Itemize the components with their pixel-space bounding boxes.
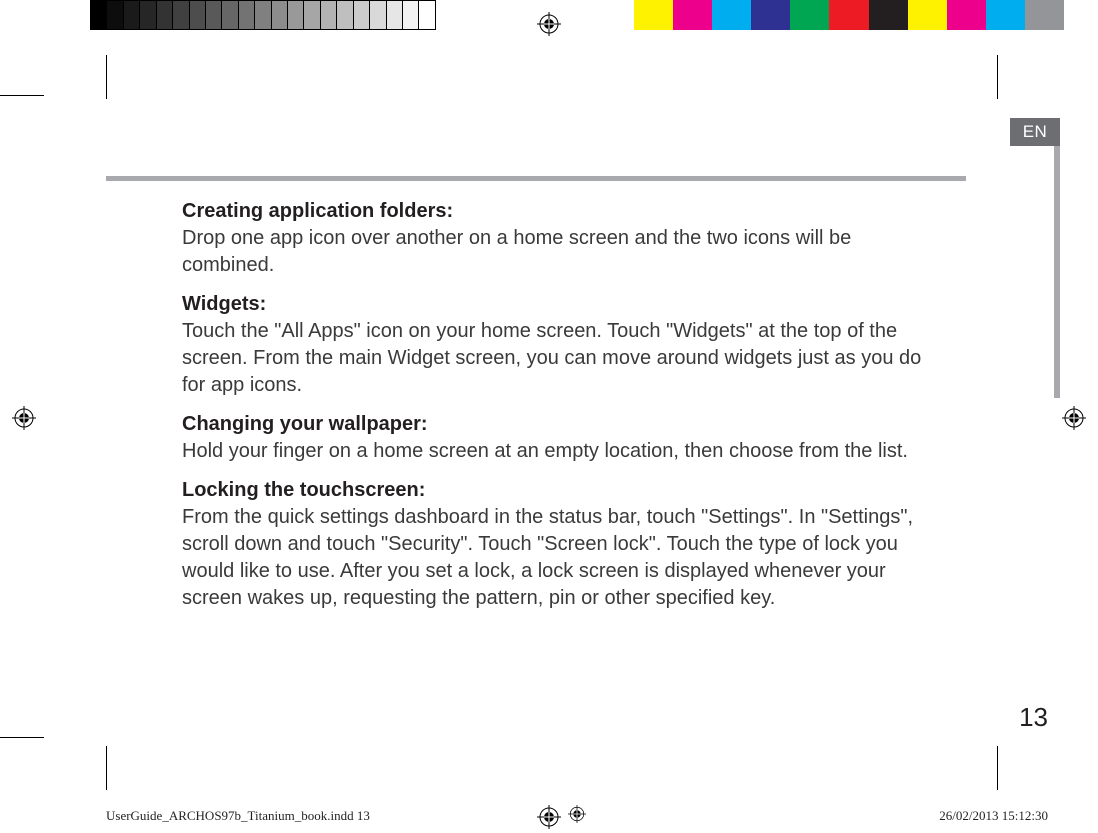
section-title: Changing your wallpaper: <box>182 411 942 438</box>
color-swatch <box>369 0 385 30</box>
body-content: Creating application folders: Drop one a… <box>182 198 942 624</box>
color-colorbar <box>634 0 1064 30</box>
color-swatch <box>908 0 947 30</box>
section-title: Locking the touchscreen: <box>182 477 942 504</box>
top-rule <box>106 176 966 181</box>
color-swatch <box>402 0 418 30</box>
page-number: 13 <box>1019 702 1048 733</box>
print-page: EN Creating application folders: Drop on… <box>0 0 1098 833</box>
crop-mark <box>0 737 44 738</box>
print-slug-line: UserGuide_ARCHOS97b_Titanium_book.indd 1… <box>106 808 1048 824</box>
color-swatch <box>320 0 336 30</box>
color-swatch <box>106 0 122 30</box>
section-body: Hold your finger on a home screen at an … <box>182 438 942 465</box>
section-title: Creating application folders: <box>182 198 942 225</box>
slug-filename: UserGuide_ARCHOS97b_Titanium_book.indd 1… <box>106 808 370 824</box>
color-swatch <box>418 0 435 30</box>
language-tab: EN <box>1010 118 1060 146</box>
crop-mark <box>106 746 107 790</box>
crop-mark <box>106 55 107 99</box>
section-lock-touchscreen: Locking the touchscreen: From the quick … <box>182 477 942 612</box>
color-swatch <box>205 0 221 30</box>
color-swatch <box>189 0 205 30</box>
color-swatch <box>712 0 751 30</box>
color-swatch <box>123 0 139 30</box>
color-swatch <box>287 0 303 30</box>
color-swatch <box>947 0 986 30</box>
color-swatch <box>303 0 319 30</box>
color-swatch <box>172 0 188 30</box>
color-swatch <box>673 0 712 30</box>
color-swatch <box>386 0 402 30</box>
color-swatch <box>271 0 287 30</box>
color-swatch <box>90 0 106 30</box>
grayscale-colorbar <box>90 0 436 30</box>
color-swatch <box>986 0 1025 30</box>
crop-mark <box>997 55 998 99</box>
section-body: From the quick settings dashboard in the… <box>182 504 942 612</box>
color-swatch <box>238 0 254 30</box>
color-swatch <box>790 0 829 30</box>
color-swatch <box>751 0 790 30</box>
color-swatch <box>139 0 155 30</box>
color-swatch <box>869 0 908 30</box>
registration-mark-icon <box>1062 406 1086 430</box>
section-wallpaper: Changing your wallpaper: Hold your finge… <box>182 411 942 465</box>
color-swatch <box>254 0 270 30</box>
section-creating-folders: Creating application folders: Drop one a… <box>182 198 942 279</box>
crop-mark <box>997 746 998 790</box>
color-swatch <box>156 0 172 30</box>
section-body: Drop one app icon over another on a home… <box>182 225 942 279</box>
color-swatch <box>1025 0 1064 30</box>
crop-mark <box>0 95 44 96</box>
side-rule <box>1054 146 1060 398</box>
registration-mark-icon <box>537 12 561 36</box>
slug-datetime: 26/02/2013 15:12:30 <box>939 808 1048 824</box>
color-swatch <box>221 0 237 30</box>
color-swatch <box>634 0 673 30</box>
color-swatch <box>353 0 369 30</box>
section-widgets: Widgets: Touch the "All Apps" icon on yo… <box>182 291 942 399</box>
section-title: Widgets: <box>182 291 942 318</box>
section-body: Touch the "All Apps" icon on your home s… <box>182 318 942 399</box>
color-swatch <box>336 0 352 30</box>
color-swatch <box>829 0 868 30</box>
registration-mark-icon <box>568 805 586 827</box>
registration-mark-icon <box>12 406 36 430</box>
